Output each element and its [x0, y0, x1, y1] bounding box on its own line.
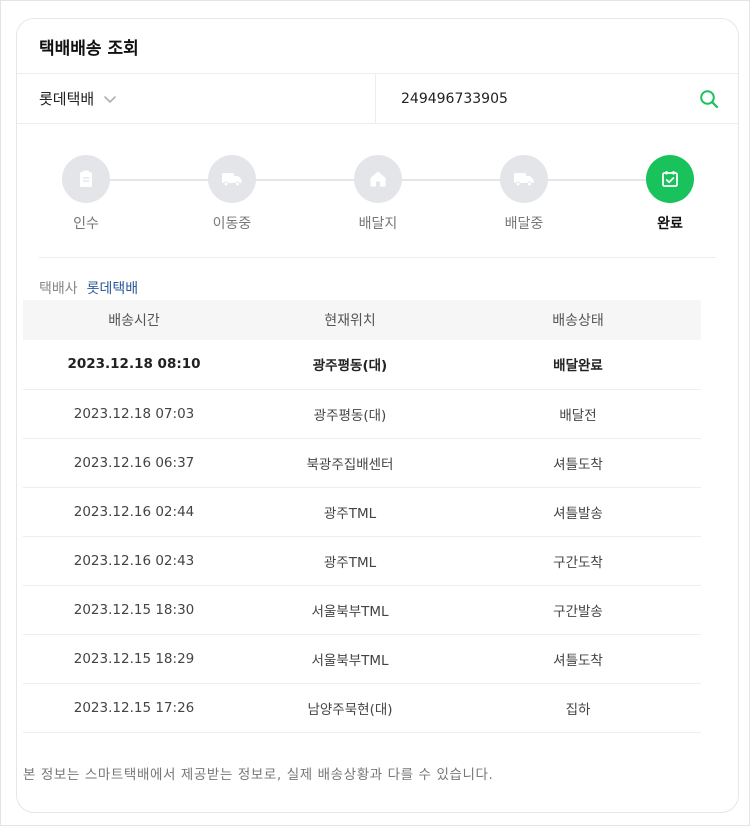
row-location: 남양주묵현(대) — [245, 683, 455, 733]
tracking-number-input[interactable] — [401, 90, 698, 107]
carrier-select[interactable]: 롯데택배 — [17, 74, 376, 123]
footnote: 본 정보는 스마트택배에서 제공받는 정보로, 실제 배송상황과 다를 수 있습… — [23, 767, 494, 783]
step-label-destination: 배달지 — [358, 216, 398, 232]
carrier-info-key: 택배사 — [39, 281, 78, 297]
row-status: 구간도착 — [455, 536, 701, 586]
row-location: 서울북부TML — [245, 585, 455, 635]
table-row: 2023.12.18 07:03 광주평동(대) 배달전 — [23, 389, 701, 439]
step-received: 인수 — [41, 155, 131, 233]
row-time: 2023.12.16 06:37 — [23, 438, 245, 488]
step-label-received: 인수 — [73, 216, 99, 232]
table-row: 2023.12.16 02:44 광주TML 셔틀발송 — [23, 487, 701, 537]
row-location: 북광주집배센터 — [245, 438, 455, 488]
step-in-transit: 이동중 — [187, 155, 277, 233]
header-location: 현재위치 — [245, 300, 455, 340]
step-label-completed: 완료 — [657, 216, 683, 232]
carrier-select-label: 롯데택배 — [39, 90, 95, 108]
card-title: 택배배송 조회 — [39, 38, 139, 59]
tracking-input-wrap — [376, 74, 738, 123]
search-row: 롯데택배 — [17, 74, 738, 124]
row-location: 서울북부TML — [245, 634, 455, 684]
row-time: 2023.12.18 07:03 — [23, 389, 245, 439]
truck-icon — [208, 155, 256, 203]
step-completed: 완료 — [625, 155, 715, 233]
step-destination: 배달지 — [333, 155, 423, 233]
table-row: 2023.12.16 06:37 북광주집배센터 셔틀도착 — [23, 438, 701, 488]
step-label-out-for-delivery: 배달중 — [504, 216, 544, 232]
tracking-history-table: 배송시간 현재위치 배송상태 2023.12.18 08:10 광주평동(대) … — [23, 300, 701, 733]
table-row: 2023.12.15 18:30 서울북부TML 구간발송 — [23, 585, 701, 635]
row-status: 셔틀도착 — [455, 438, 701, 488]
row-status: 집하 — [455, 683, 701, 733]
table-row: 2023.12.18 08:10 광주평동(대) 배달완료 — [23, 340, 701, 390]
row-location: 광주TML — [245, 536, 455, 586]
card-header: 택배배송 조회 — [17, 19, 738, 74]
clipboard-icon — [62, 155, 110, 203]
row-location: 광주평동(대) — [245, 340, 455, 390]
table-header-row: 배송시간 현재위치 배송상태 — [23, 300, 701, 340]
row-time: 2023.12.16 02:44 — [23, 487, 245, 537]
delivery-progress: 인수 이동중 배달지 배달중 완료 — [39, 124, 716, 258]
row-time: 2023.12.18 08:10 — [23, 340, 245, 390]
step-label-in-transit: 이동중 — [212, 216, 252, 232]
carrier-info-value: 롯데택배 — [86, 281, 139, 297]
table-row: 2023.12.15 18:29 서울북부TML 셔틀도착 — [23, 634, 701, 684]
home-icon — [354, 155, 402, 203]
header-time: 배송시간 — [23, 300, 245, 340]
chevron-down-icon — [103, 92, 117, 106]
row-location: 광주TML — [245, 487, 455, 537]
row-status: 셔틀도착 — [455, 634, 701, 684]
page-frame: 택배배송 조회 롯데택배 249496733905 인수 이동중 배달지 배달중… — [0, 0, 750, 826]
row-status: 배달전 — [455, 389, 701, 439]
row-status: 배달완료 — [455, 340, 701, 390]
header-status: 배송상태 — [455, 300, 701, 340]
row-time: 2023.12.15 17:26 — [23, 683, 245, 733]
search-icon[interactable] — [698, 88, 720, 110]
row-status: 구간발송 — [455, 585, 701, 635]
step-out-for-delivery: 배달중 — [479, 155, 569, 233]
row-location: 광주평동(대) — [245, 389, 455, 439]
row-time: 2023.12.16 02:43 — [23, 536, 245, 586]
row-status: 셔틀발송 — [455, 487, 701, 537]
row-time: 2023.12.15 18:29 — [23, 634, 245, 684]
table-row: 2023.12.16 02:43 광주TML 구간도착 — [23, 536, 701, 586]
delivery-truck-icon — [500, 155, 548, 203]
row-time: 2023.12.15 18:30 — [23, 585, 245, 635]
calendar-check-icon — [646, 155, 694, 203]
table-row: 2023.12.15 17:26 남양주묵현(대) 집하 — [23, 683, 701, 733]
